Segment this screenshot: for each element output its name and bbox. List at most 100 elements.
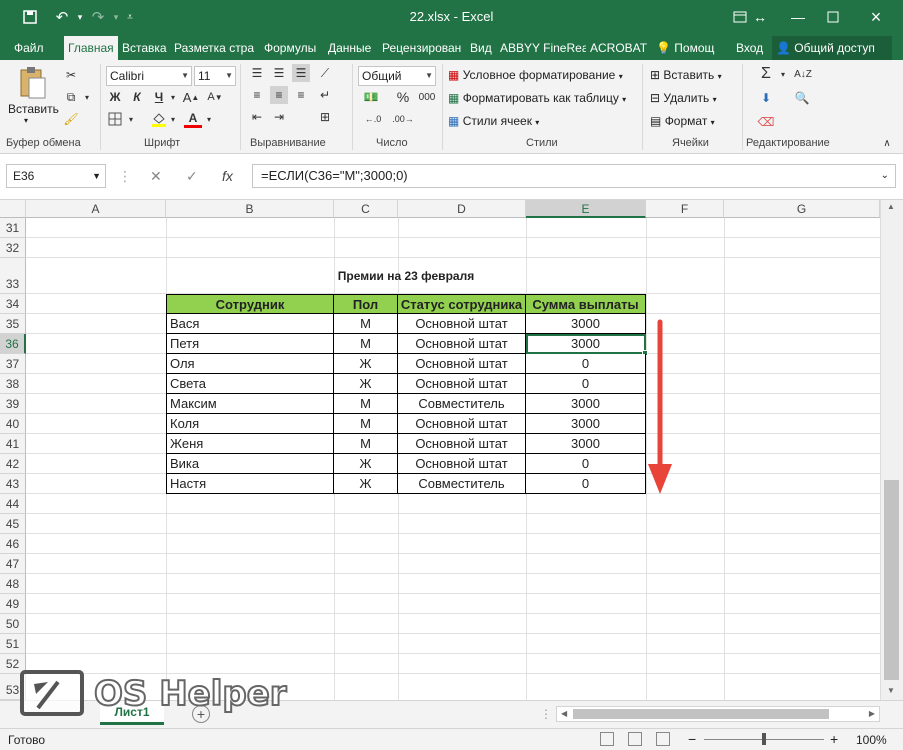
tab-view[interactable]: Вид — [466, 36, 496, 60]
row-header-47[interactable]: 47 — [0, 554, 26, 574]
table-cell[interactable]: Вася — [166, 314, 334, 334]
active-cell-e36[interactable]: 3000 — [526, 334, 646, 354]
expand-formula-icon[interactable]: ⌄ — [881, 165, 889, 187]
column-header-a[interactable]: A — [26, 200, 166, 218]
row-header-33[interactable]: 33 — [0, 258, 26, 294]
tab-page-layout[interactable]: Разметка стра — [170, 36, 260, 60]
tab-tell-me[interactable]: 💡 Помощ — [652, 36, 728, 60]
row-header-38[interactable]: 38 — [0, 374, 26, 394]
row-header-40[interactable]: 40 — [0, 414, 26, 434]
scroll-down-icon[interactable]: ▼ — [887, 686, 895, 695]
row-header-39[interactable]: 39 — [0, 394, 26, 414]
table-cell[interactable]: М — [334, 394, 398, 414]
column-header-b[interactable]: B — [166, 200, 334, 218]
tab-review[interactable]: Рецензирован — [378, 36, 466, 60]
table-cell[interactable]: Настя — [166, 474, 334, 494]
format-as-table-button[interactable]: ▦ Форматировать как таблицу ▾ — [448, 91, 626, 105]
table-cell[interactable]: М — [334, 314, 398, 334]
cut-icon[interactable]: ✂ — [62, 66, 80, 84]
cell-styles-button[interactable]: ▦ Стили ячеек ▾ — [448, 114, 539, 128]
font-size-select[interactable]: 11 ▼ — [194, 66, 236, 86]
select-all-corner[interactable] — [0, 200, 26, 218]
table-cell[interactable]: 0 — [526, 474, 646, 494]
wrap-text-icon[interactable]: ↵ — [316, 86, 334, 104]
column-header-e[interactable]: E — [526, 200, 646, 218]
copy-dropdown-icon[interactable]: ▾ — [82, 88, 92, 106]
table-cell[interactable]: Света — [166, 374, 334, 394]
table-cell[interactable]: Ж — [334, 354, 398, 374]
fill-icon[interactable]: ⬇ — [756, 88, 776, 108]
increase-decimal-icon[interactable]: ←.0 — [362, 110, 384, 128]
scroll-up-icon[interactable]: ▲ — [887, 202, 895, 211]
row-header-44[interactable]: 44 — [0, 494, 26, 514]
column-header-f[interactable]: F — [646, 200, 724, 218]
borders-icon[interactable] — [106, 110, 124, 128]
scroll-left-icon[interactable]: ◀ — [561, 709, 567, 718]
find-select-icon[interactable]: 🔍 — [792, 88, 812, 108]
table-cell[interactable]: Вика — [166, 454, 334, 474]
fullscreen-icon[interactable]: ↔ — [742, 3, 778, 31]
row-header-43[interactable]: 43 — [0, 474, 26, 494]
table-cell[interactable]: Основной штат — [398, 314, 526, 334]
header-cell-employee[interactable]: Сотрудник — [166, 294, 334, 314]
conditional-formatting-button[interactable]: ▦ Условное форматирование ▾ — [448, 68, 623, 82]
tab-data[interactable]: Данные — [324, 36, 375, 60]
table-cell[interactable]: 3000 — [526, 434, 646, 454]
table-cell[interactable]: М — [334, 434, 398, 454]
maximize-button[interactable] — [815, 3, 851, 31]
align-middle-icon[interactable]: ☰ — [270, 64, 288, 82]
italic-button[interactable]: К — [128, 88, 146, 106]
row-header-36[interactable]: 36 — [0, 334, 26, 354]
merge-cells-icon[interactable]: ⊞ — [316, 108, 334, 126]
table-cell[interactable]: Петя — [166, 334, 334, 354]
formula-input[interactable]: =ЕСЛИ(C36="М";3000;0) ⌄ — [252, 164, 896, 188]
zoom-slider-handle[interactable] — [762, 733, 766, 745]
increase-indent-icon[interactable]: ⇥ — [270, 108, 288, 126]
align-bottom-icon[interactable]: ☰ — [292, 64, 310, 82]
tab-acrobat[interactable]: ACROBAT — [586, 36, 651, 60]
table-cell[interactable]: 0 — [526, 454, 646, 474]
align-center-icon[interactable]: ≡ — [270, 86, 288, 104]
decrease-font-icon[interactable]: A ▼ — [206, 88, 224, 106]
table-cell[interactable]: Основной штат — [398, 354, 526, 374]
table-cell[interactable]: Женя — [166, 434, 334, 454]
column-header-c[interactable]: C — [334, 200, 398, 218]
delete-cells-button[interactable]: ⊟ Удалить ▾ — [650, 91, 717, 105]
number-format-select[interactable]: Общий ▼ — [358, 66, 436, 86]
font-color-dropdown-icon[interactable]: ▾ — [204, 110, 214, 128]
table-cell[interactable]: Основной штат — [398, 454, 526, 474]
zoom-out-icon[interactable]: − — [688, 731, 696, 747]
decrease-indent-icon[interactable]: ⇤ — [248, 108, 266, 126]
fill-color-icon[interactable] — [150, 110, 168, 128]
table-cell[interactable]: Оля — [166, 354, 334, 374]
row-header-32[interactable]: 32 — [0, 238, 26, 258]
clipboard-paste-icon[interactable] — [12, 64, 52, 102]
zoom-level[interactable]: 100% — [856, 733, 887, 747]
hscroll-thumb[interactable] — [573, 709, 829, 719]
normal-view-icon[interactable] — [600, 732, 614, 746]
row-header-45[interactable]: 45 — [0, 514, 26, 534]
table-cell[interactable]: Основной штат — [398, 374, 526, 394]
cancel-icon[interactable]: ✕ — [150, 168, 162, 185]
tab-insert[interactable]: Вставка — [118, 36, 171, 60]
copy-icon[interactable]: ⧉ — [62, 88, 80, 106]
decrease-decimal-icon[interactable]: .00→ — [392, 110, 414, 128]
table-cell[interactable]: Ж — [334, 474, 398, 494]
table-cell[interactable]: Основной штат — [398, 434, 526, 454]
name-box[interactable]: E36 ▼ — [6, 164, 106, 188]
format-cells-button[interactable]: ▤ Формат ▾ — [650, 114, 715, 128]
paste-button[interactable]: Вставить — [8, 102, 59, 116]
table-cell[interactable]: Совместитель — [398, 394, 526, 414]
insert-cells-button[interactable]: ⊞ Вставить ▾ — [650, 68, 722, 82]
scroll-thumb[interactable] — [884, 480, 899, 680]
table-cell[interactable]: 3000 — [526, 314, 646, 334]
horizontal-scrollbar[interactable]: ◀ ▶ — [556, 706, 880, 722]
tab-abbyy[interactable]: ABBYY FineRea — [496, 36, 586, 60]
percent-button[interactable]: % — [396, 88, 410, 106]
row-header-48[interactable]: 48 — [0, 574, 26, 594]
page-layout-icon[interactable] — [628, 732, 642, 746]
table-cell[interactable]: 3000 — [526, 394, 646, 414]
worksheet-grid[interactable]: A B C D E F G 31 32 33 34 35 36 37 38 39… — [0, 200, 903, 700]
table-cell[interactable]: Коля — [166, 414, 334, 434]
table-cell[interactable]: 0 — [526, 374, 646, 394]
